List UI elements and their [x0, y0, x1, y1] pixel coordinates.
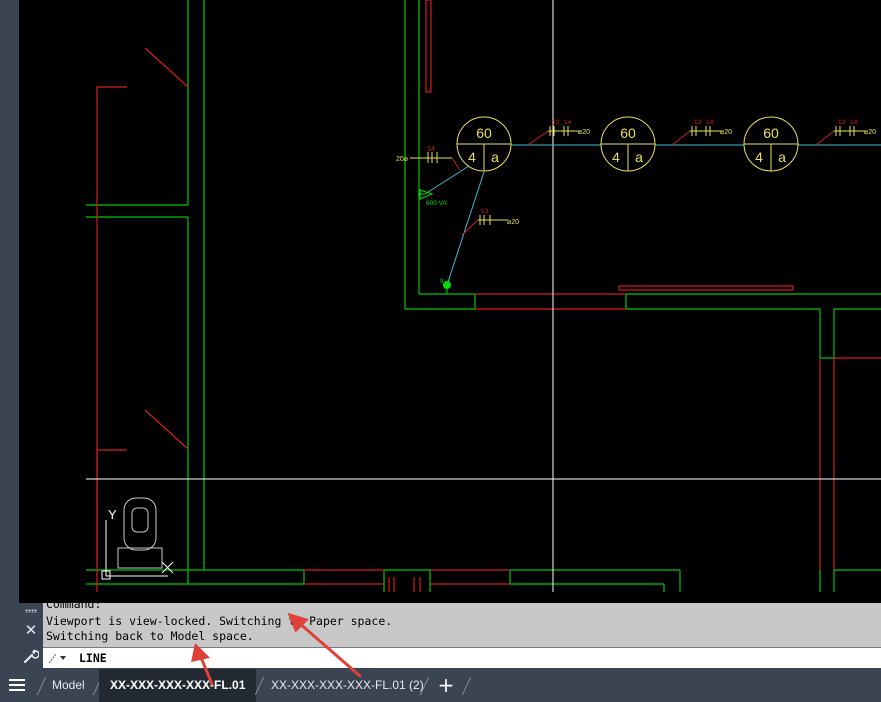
number-13-label: 13 — [481, 208, 489, 215]
ucs-icon: Y — [101, 497, 174, 580]
history-line: Viewport is view-locked. Switching to Pa… — [46, 614, 393, 628]
diameter-label: ⌀20 — [864, 129, 876, 136]
hamburger-menu-icon[interactable] — [9, 679, 25, 691]
number-13-label: 13 — [838, 119, 846, 126]
number-13-label: 13 — [694, 119, 702, 126]
circuit-phase: a — [491, 149, 499, 165]
layout-tab-bar: Model XX-XXX-XXX-XXX-FL.01 XX-XXX-XXX-XX… — [0, 669, 881, 702]
floor-plan-drawing: 604 a604 a604 a 20⌀ 14 13 14 ⌀20 13 14 ⌀… — [86, 0, 881, 592]
diameter-label: ⌀20 — [578, 129, 590, 136]
command-line-panel: ✕ Command: Viewport is view-locked. Swit… — [19, 603, 881, 669]
number-14-label: 14 — [850, 119, 858, 126]
add-layout-button[interactable]: + — [436, 675, 456, 695]
circuit-phase: a — [778, 149, 786, 165]
diameter-label-left: 20⌀ — [396, 156, 408, 163]
history-line: Switching back to Model space. — [46, 629, 254, 643]
circuit-rating: 60 — [476, 125, 492, 141]
circuit-tag: 604 a — [743, 116, 799, 172]
grip-handle-icon[interactable] — [25, 609, 37, 613]
command-input-row[interactable] — [43, 647, 881, 668]
ucs-y-label: Y — [108, 507, 117, 522]
circuit-rating: 60 — [763, 125, 779, 141]
walls-green-left — [86, 0, 681, 592]
load-symbol: 600 VA — [418, 189, 448, 207]
number-14-label: 14 — [564, 119, 572, 126]
command-line-grip[interactable]: ✕ — [19, 603, 43, 669]
walls-green-room — [404, 0, 881, 592]
tab-separator — [461, 677, 472, 695]
symbol-row-2: 13 14 ⌀20 — [671, 119, 732, 146]
tab-layout-fl01[interactable]: XX-XXX-XXX-XXX-FL.01 — [99, 669, 257, 702]
number-14-label: 14 — [706, 119, 714, 126]
history-line: Command: — [46, 603, 102, 611]
load-label: 600 VA — [426, 200, 448, 207]
symbol-row-1: 13 14 ⌀20 — [527, 119, 590, 146]
diameter-label: ⌀20 — [720, 129, 732, 136]
walls-red-room — [425, 0, 881, 570]
command-history: Command: Viewport is view-locked. Switch… — [43, 603, 881, 647]
circuit-count: 4 — [755, 149, 763, 165]
command-prompt-icon[interactable] — [48, 652, 68, 664]
circuit-count: 4 — [468, 149, 476, 165]
diameter-label: ⌀20 — [507, 219, 519, 226]
tab-model[interactable]: Model — [52, 669, 85, 702]
close-icon[interactable]: ✕ — [24, 623, 38, 638]
tab-separator — [36, 677, 47, 695]
circuit-phase: a — [635, 149, 643, 165]
circuit-tags: 604 a604 a604 a — [456, 116, 799, 172]
circuit-tag: 604 a — [456, 116, 512, 172]
crosshair — [86, 0, 881, 592]
circuit-tag: 604 a — [600, 116, 656, 172]
wrench-icon[interactable] — [23, 648, 39, 664]
number-14-label: 14 — [427, 146, 435, 153]
circuit-rating: 60 — [620, 125, 636, 141]
tab-layout-fl01-2[interactable]: XX-XXX-XXX-XXX-FL.01 (2) — [271, 669, 424, 702]
command-input[interactable] — [79, 650, 869, 666]
circuit-count: 4 — [612, 149, 620, 165]
number-13-label: 13 — [552, 119, 560, 126]
left-panel-strip — [0, 0, 19, 702]
outlet-symbol: 9 — [440, 279, 451, 294]
symbol-row-3: 13 14 ⌀20 — [815, 119, 876, 146]
walls-red-left — [96, 47, 510, 592]
drawing-viewport[interactable]: 60 4 a 60 4 a 60 4 a 20⌀ 14 13 14 ⌀20 13… — [19, 0, 881, 603]
